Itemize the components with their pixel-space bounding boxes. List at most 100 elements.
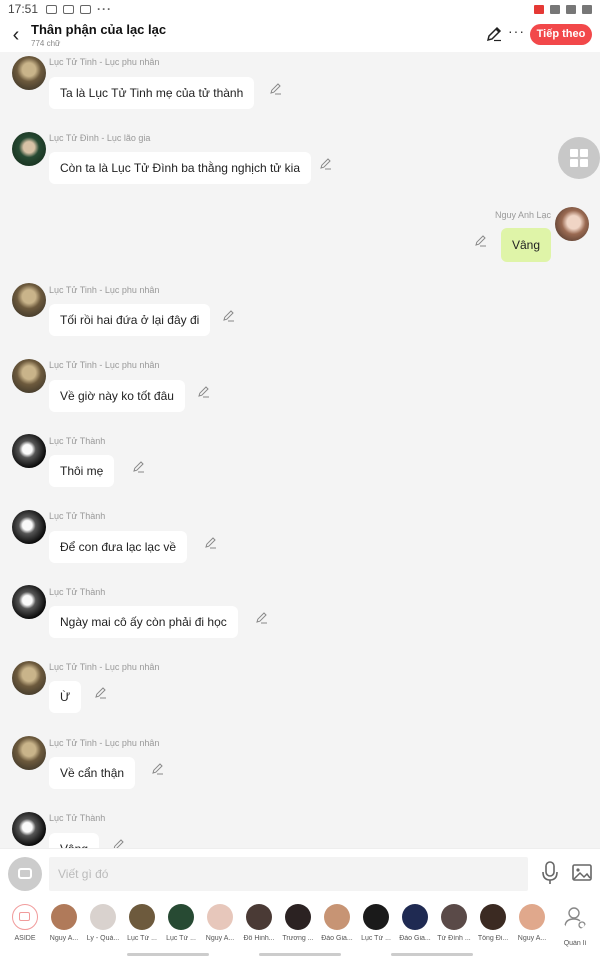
nav-back-button[interactable]	[391, 953, 473, 956]
app-notification-icon	[80, 4, 92, 14]
character-item[interactable]: Đào Gia...	[318, 904, 356, 942]
character-item[interactable]: Nguy A...	[45, 904, 83, 942]
message-bubble[interactable]: Thôi mẹ	[49, 455, 115, 487]
message-bubble[interactable]: Ngày mai cô ấy còn phải đi học	[49, 606, 238, 638]
message-bubble[interactable]: Ta là Lục Tử Tinh mẹ của tử thành	[49, 77, 255, 109]
character-item[interactable]: Lục Tử ...	[357, 904, 395, 942]
character-manager[interactable]: Quản lí	[556, 904, 594, 947]
chat-area[interactable]: Lục Tử Tinh - Lục phu nhân Ta là Lục Tử …	[0, 52, 600, 848]
character-name: Nguy A...	[205, 935, 235, 942]
character-name: Quản lí	[563, 940, 587, 947]
avatar[interactable]	[12, 283, 46, 317]
character-avatar	[480, 904, 506, 930]
mute-icon	[534, 4, 544, 14]
more-notifications-icon: ···	[97, 2, 113, 16]
character-item[interactable]: Đỗ Hinh...	[240, 904, 278, 942]
character-item[interactable]: Lục Tử ...	[123, 904, 161, 942]
image-icon[interactable]	[572, 864, 592, 881]
edit-message-icon[interactable]	[112, 838, 125, 848]
edit-message-icon[interactable]	[151, 762, 164, 775]
avatar[interactable]	[12, 736, 46, 770]
character-item[interactable]: Tử Đình ...	[435, 904, 473, 942]
character-aside[interactable]: ASIDE	[6, 904, 44, 942]
edit-message-icon[interactable]	[197, 385, 210, 398]
edit-message-icon[interactable]	[94, 686, 107, 699]
character-item[interactable]: Lục Tử ...	[162, 904, 200, 942]
edit-message-icon[interactable]	[269, 82, 282, 95]
youtube-notification-icon	[63, 4, 75, 14]
character-name: Đào Gia...	[321, 935, 353, 942]
character-avatar	[363, 904, 389, 930]
message-bubble[interactable]: Về giờ này ko tốt đâu	[49, 380, 185, 412]
battery-icon	[582, 4, 592, 14]
character-name: Nguy A...	[517, 935, 547, 942]
character-avatar	[285, 904, 311, 930]
character-name: Ly - Quả...	[86, 935, 120, 942]
sender-name: Lục Tử Thành	[49, 436, 106, 446]
character-item[interactable]: Nguy A...	[201, 904, 239, 942]
edit-icon[interactable]	[486, 26, 502, 42]
character-avatar	[324, 904, 350, 930]
edit-message-icon[interactable]	[474, 234, 487, 247]
back-icon[interactable]: ‹	[6, 24, 26, 46]
edit-message-icon[interactable]	[204, 536, 217, 549]
character-name: Lục Tử ...	[127, 935, 157, 942]
avatar[interactable]	[12, 434, 46, 468]
sender-name: Nguy Anh Lạc	[494, 210, 551, 220]
avatar[interactable]	[12, 132, 46, 166]
character-name: Đào Gia...	[399, 935, 431, 942]
more-icon[interactable]: ···	[508, 23, 525, 39]
sender-name: Lục Tử Tinh - Lục phu nhân	[49, 57, 160, 67]
sender-name: Lục Tử Tinh - Lục phu nhân	[49, 662, 160, 672]
message-bubble[interactable]: Vâng	[501, 228, 552, 262]
avatar[interactable]	[12, 585, 46, 619]
grid-menu-button[interactable]	[558, 137, 600, 179]
nav-home-button[interactable]	[259, 953, 341, 956]
message-bubble[interactable]: Tối rồi hai đứa ở lại đây đi	[49, 304, 211, 336]
next-button[interactable]: Tiếp theo	[530, 24, 592, 45]
character-avatar	[51, 904, 77, 930]
message-bubble[interactable]: Để con đưa lạc lạc về	[49, 531, 188, 563]
avatar[interactable]	[12, 812, 46, 846]
character-item[interactable]: Ly - Quả...	[84, 904, 122, 942]
edit-message-icon[interactable]	[132, 460, 145, 473]
sender-name: Lục Tử Tinh - Lục phu nhân	[49, 360, 160, 370]
message-bubble[interactable]: Vâng	[49, 833, 100, 848]
character-avatar	[246, 904, 272, 930]
grid-icon	[570, 149, 578, 157]
character-name: Tử Đình ...	[437, 935, 471, 942]
message-bubble[interactable]: Còn ta là Lục Tử Đình ba thằng nghịch tử…	[49, 152, 311, 184]
aside-toggle-button[interactable]	[8, 857, 42, 891]
character-item[interactable]: Tống Đi...	[474, 904, 512, 942]
avatar[interactable]	[12, 661, 46, 695]
avatar[interactable]	[555, 207, 589, 241]
nav-recent-button[interactable]	[127, 953, 209, 956]
gallery-notification-icon	[46, 4, 58, 14]
character-avatar	[207, 904, 233, 930]
message-input[interactable]	[49, 857, 528, 891]
alarm-icon	[566, 4, 576, 14]
avatar[interactable]	[12, 359, 46, 393]
character-item[interactable]: Nguy A...	[513, 904, 551, 942]
message-bubble[interactable]: Về cẩn thận	[49, 757, 136, 789]
character-avatar	[129, 904, 155, 930]
character-name: Tống Đi...	[477, 935, 509, 942]
character-avatar	[441, 904, 467, 930]
sender-name: Lục Tử Tinh - Lục phu nhân	[49, 285, 160, 295]
microphone-icon[interactable]	[541, 861, 559, 885]
edit-message-icon[interactable]	[319, 157, 332, 170]
message-bubble[interactable]: Ừ	[49, 681, 82, 713]
edit-message-icon[interactable]	[222, 309, 235, 322]
sender-name: Lục Tử Thành	[49, 511, 106, 521]
wifi-icon	[550, 4, 560, 14]
character-item[interactable]: Trương ...	[279, 904, 317, 942]
character-name: Trương ...	[282, 935, 314, 942]
character-name: Lục Tử ...	[166, 935, 196, 942]
avatar[interactable]	[12, 510, 46, 544]
edit-message-icon[interactable]	[255, 611, 268, 624]
status-bar: 17:51 ···	[0, 0, 600, 18]
header: ‹ Thân phận của lạc lạc 774 chữ ··· Tiếp…	[0, 18, 600, 52]
character-avatar	[90, 904, 116, 930]
avatar[interactable]	[12, 56, 46, 90]
character-item[interactable]: Đào Gia...	[396, 904, 434, 942]
